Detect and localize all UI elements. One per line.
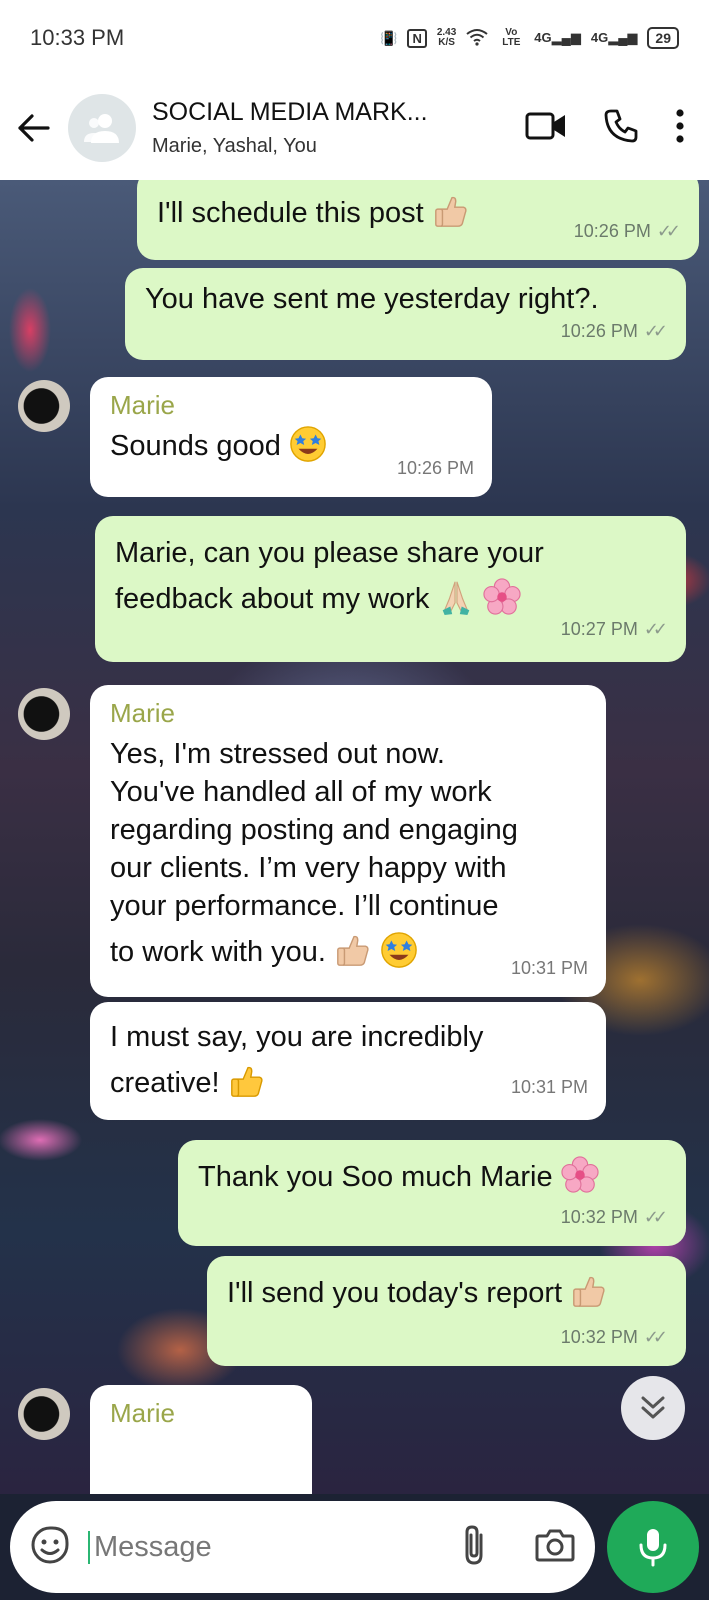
battery-indicator: 29 xyxy=(647,27,679,49)
double-chevron-down-icon xyxy=(641,1396,665,1419)
message-text: Sounds good xyxy=(110,430,281,462)
message-text-line: regarding posting and engaging xyxy=(110,814,518,846)
nfc-icon: N xyxy=(407,28,427,48)
cherry-blossom-emoji-icon xyxy=(483,578,522,616)
message-meta: 10:32 PM ✓✓ xyxy=(561,1318,668,1356)
message-meta: 10:26 PM xyxy=(397,449,474,487)
sender-avatar[interactable] xyxy=(18,688,70,740)
status-time: 10:33 PM xyxy=(30,25,125,50)
star-struck-emoji-icon xyxy=(381,932,417,969)
group-icon xyxy=(84,114,119,143)
incoming-message[interactable]: Marie xyxy=(90,1385,312,1494)
signal-icon-1: 4G▂▄▆ xyxy=(534,30,581,45)
sender-avatar[interactable] xyxy=(18,380,70,432)
message-text-line: Marie, can you please share your xyxy=(115,537,544,569)
message-text: I'll send you today's report xyxy=(227,1277,563,1309)
message-meta: 10:31 PM xyxy=(511,949,588,987)
message-time: 10:32 PM xyxy=(560,1327,638,1347)
double-check-icon: ✓✓ xyxy=(643,321,668,341)
scroll-to-bottom-button[interactable] xyxy=(621,1376,685,1440)
signal-icon-2: 4G▂▄▆ xyxy=(590,30,638,45)
message-text: Thank you Soo much Marie xyxy=(198,1161,553,1193)
thumbs-up-emoji-icon xyxy=(573,1277,605,1308)
back-arrow-icon[interactable] xyxy=(14,108,54,148)
voice-message-button[interactable] xyxy=(607,1501,699,1593)
speed-unit: K/S xyxy=(438,37,455,48)
thumbs-up-emoji-icon xyxy=(230,1067,263,1098)
group-name: SOCIAL MEDIA MARK... xyxy=(152,98,428,126)
outgoing-message[interactable]: I'll schedule this post 10:26 PM ✓✓ xyxy=(137,180,699,260)
message-text-line: feedback about my work xyxy=(115,583,430,615)
message-time: 10:31 PM xyxy=(510,958,588,978)
double-check-icon: ✓✓ xyxy=(656,221,681,241)
chat-header: SOCIAL MEDIA MARK... Marie, Yashal, You xyxy=(0,76,709,180)
message-meta: 10:31 PM xyxy=(511,1064,588,1110)
message-text-line: You've handled all of my work xyxy=(110,776,492,808)
message-text: I'll schedule this post xyxy=(157,197,424,229)
outgoing-message[interactable]: Thank you Soo much Marie 10:32 PM ✓✓ xyxy=(178,1140,686,1246)
message-text-line: I must say, you are incredibly xyxy=(110,1021,484,1053)
status-icons: 📳 N 2.43 K/S Vo LTE 4G▂▄▆ 4G▂▄▆ 29 xyxy=(380,27,679,49)
signal-1-label: 4G xyxy=(534,30,552,45)
star-struck-emoji-icon xyxy=(290,426,326,463)
double-check-icon: ✓✓ xyxy=(643,619,668,639)
message-time: 10:26 PM xyxy=(396,458,474,478)
microphone-icon xyxy=(639,1529,667,1567)
outgoing-message[interactable]: I'll send you today's report 10:32 PM ✓✓ xyxy=(207,1256,686,1366)
message-time: 10:32 PM xyxy=(560,1207,638,1227)
sender-name: Marie xyxy=(110,390,176,420)
folded-hands-emoji-icon xyxy=(443,581,470,616)
message-text-line: your performance. I’ll continue xyxy=(110,890,499,922)
message-text-line: our clients. I’m very happy with xyxy=(110,852,507,884)
wifi-icon xyxy=(466,28,488,49)
video-call-icon[interactable] xyxy=(525,110,567,147)
volte-label: Vo LTE xyxy=(502,27,521,48)
cherry-blossom-emoji-icon xyxy=(561,1156,599,1194)
voice-call-icon[interactable] xyxy=(603,108,639,149)
message-input[interactable] xyxy=(88,1530,388,1564)
sender-name: Marie xyxy=(110,1398,176,1428)
more-options-icon[interactable] xyxy=(675,108,685,148)
double-check-icon: ✓✓ xyxy=(643,1207,668,1227)
outgoing-message[interactable]: You have sent me yesterday right?. 10:26… xyxy=(125,268,686,360)
group-members: Marie, Yashal, You xyxy=(152,135,317,157)
message-time: 10:26 PM xyxy=(560,321,638,341)
header-actions xyxy=(525,108,709,149)
message-meta: 10:26 PM ✓✓ xyxy=(574,212,681,250)
message-text: You have sent me yesterday right?. xyxy=(145,283,599,315)
sender-avatar[interactable] xyxy=(18,1388,70,1440)
incoming-message[interactable]: I must say, you are incredibly creative!… xyxy=(90,1002,606,1120)
vibrate-icon: 📳 xyxy=(380,29,398,46)
thumbs-up-emoji-icon xyxy=(337,936,369,967)
sender-name: Marie xyxy=(110,698,176,728)
message-text-line: to work with you. xyxy=(110,936,326,968)
message-time: 10:26 PM xyxy=(573,221,651,241)
status-bar: 10:33 PM 📳 N 2.43 K/S Vo LTE 4G▂▄▆ 4G▂▄▆… xyxy=(0,0,709,76)
camera-icon[interactable] xyxy=(535,1528,575,1567)
message-time: 10:31 PM xyxy=(510,1077,588,1097)
incoming-message[interactable]: Marie Sounds good 10:26 PM xyxy=(90,377,492,497)
outgoing-message[interactable]: Marie, can you please share your feedbac… xyxy=(95,516,686,662)
signal-2-label: 4G xyxy=(590,30,609,45)
message-input-pill xyxy=(10,1501,596,1593)
message-text-line: Yes, I'm stressed out now. xyxy=(110,738,445,770)
attach-icon[interactable] xyxy=(461,1523,487,1572)
thumbs-up-emoji-icon xyxy=(434,197,467,228)
double-check-icon: ✓✓ xyxy=(643,1327,668,1347)
message-meta: 10:27 PM ✓✓ xyxy=(561,606,668,652)
data-speed: 2.43 K/S xyxy=(437,28,456,48)
chat-header-info[interactable]: SOCIAL MEDIA MARK... Marie, Yashal, You xyxy=(152,98,452,158)
message-meta: 10:32 PM ✓✓ xyxy=(561,1198,668,1236)
message-text-line: creative! xyxy=(110,1067,220,1099)
message-composer xyxy=(0,1494,709,1600)
chat-area[interactable]: I'll schedule this post 10:26 PM ✓✓ You h… xyxy=(0,180,709,1494)
message-meta: 10:26 PM ✓✓ xyxy=(561,312,668,350)
message-time: 10:27 PM xyxy=(560,619,638,639)
group-avatar[interactable] xyxy=(68,94,136,162)
incoming-message[interactable]: Marie Yes, I'm stressed out now. You've … xyxy=(90,685,606,997)
sticker-icon[interactable] xyxy=(30,1525,70,1570)
